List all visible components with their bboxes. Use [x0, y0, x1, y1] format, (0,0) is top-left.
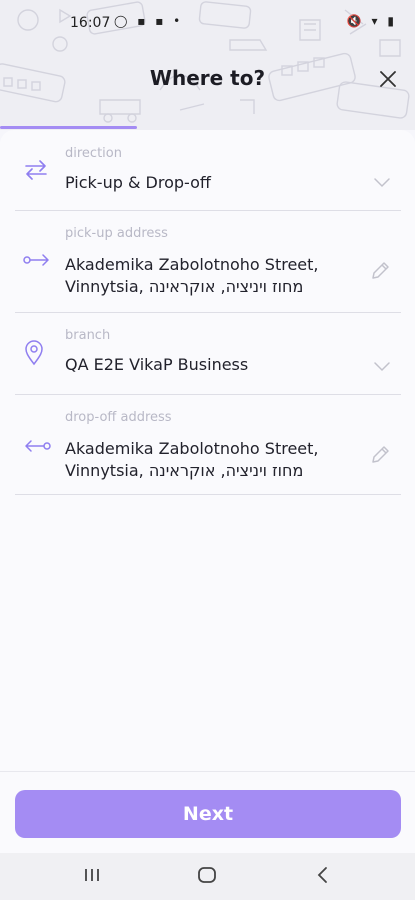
bottom-bar: Next	[0, 771, 415, 854]
dropoff-address-line1: Akademika Zabolotnoho Street,	[65, 439, 319, 458]
close-icon	[380, 71, 396, 87]
back-button[interactable]	[315, 865, 331, 889]
direction-value: Pick-up & Drop-off	[65, 173, 211, 192]
header: 16:07 ◯ ▪ ▪ • 🔇 ▾ ▮ Where to?	[0, 0, 415, 130]
status-notification-icons: ◯ ▪ ▪ •	[114, 14, 184, 28]
dropoff-address-label: drop-off address	[65, 410, 172, 425]
pencil-icon[interactable]	[369, 260, 391, 286]
progress-track	[0, 126, 415, 129]
dropoff-address-field[interactable]: drop-off address Akademika Zabolotnoho S…	[15, 394, 401, 495]
form-card: direction Pick-up & Drop-off pick-up add…	[0, 130, 415, 771]
branch-label: branch	[65, 328, 111, 343]
direction-field[interactable]: direction Pick-up & Drop-off	[15, 130, 401, 211]
chevron-down-icon[interactable]	[373, 174, 391, 193]
status-time: 16:07	[70, 15, 111, 31]
progress-fill	[0, 126, 137, 129]
home-button[interactable]	[197, 865, 217, 889]
status-bar: 16:07 ◯ ▪ ▪ • 🔇 ▾ ▮	[0, 0, 415, 46]
location-pin-icon	[23, 340, 45, 370]
recent-apps-icon	[85, 869, 99, 881]
swap-arrows-icon	[23, 160, 49, 184]
pickup-address-line1: Akademika Zabolotnoho Street,	[65, 255, 319, 274]
chevron-down-icon[interactable]	[373, 358, 391, 377]
recent-apps-button[interactable]	[83, 865, 101, 889]
branch-field[interactable]: branch QA E2E VikaP Business	[15, 312, 401, 395]
back-icon	[317, 867, 327, 883]
close-button[interactable]	[373, 64, 403, 94]
pencil-icon[interactable]	[369, 444, 391, 470]
home-icon	[198, 867, 216, 883]
dropoff-address-line2: Vinnytsia, מחוז ויניציה, אוקראינה	[65, 461, 304, 480]
status-system-icons: 🔇 ▾ ▮	[346, 14, 397, 28]
direction-label: direction	[65, 146, 122, 161]
branch-value: QA E2E VikaP Business	[65, 355, 249, 374]
page-title: Where to?	[149, 66, 266, 90]
system-nav-bar	[0, 853, 415, 900]
next-button[interactable]: Next	[15, 790, 401, 838]
pickup-address-line2: Vinnytsia, מחוז ויניציה, אוקראינה	[65, 277, 304, 296]
pickup-arrow-icon	[23, 252, 51, 271]
pickup-address-label: pick-up address	[65, 226, 168, 241]
pickup-address-field[interactable]: pick-up address Akademika Zabolotnoho St…	[15, 210, 401, 313]
dropoff-arrow-icon	[23, 438, 51, 457]
